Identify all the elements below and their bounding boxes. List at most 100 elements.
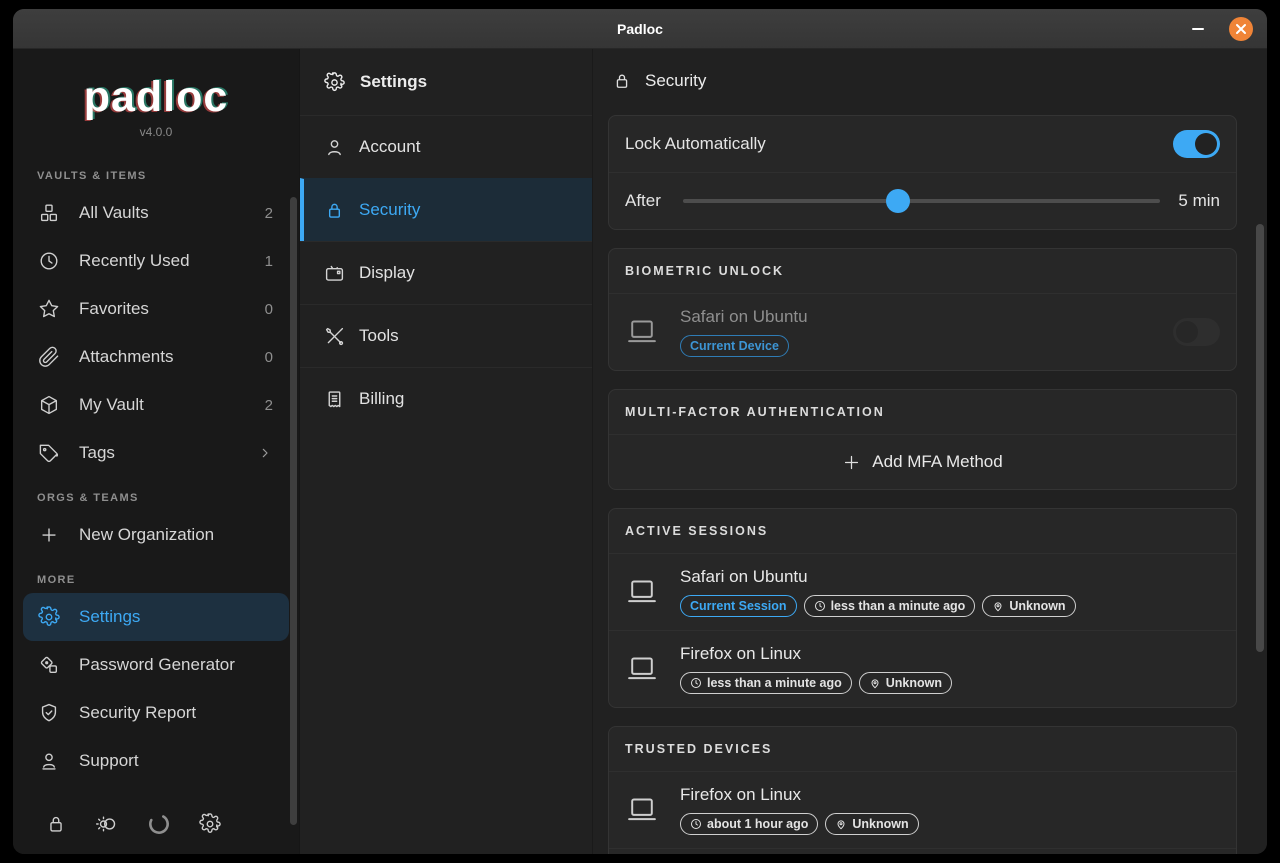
after-slider-track[interactable] [683, 199, 1161, 203]
gear-icon [324, 72, 345, 93]
biometric-toggle[interactable] [1173, 318, 1220, 346]
location-pin-icon [835, 818, 847, 830]
session-info: Safari on Ubuntu Current Session less th… [680, 567, 1220, 617]
autolock-card: Lock Automatically After 5 min [608, 115, 1237, 230]
sync-button[interactable] [146, 811, 172, 837]
sidebar-item-recently-used[interactable]: Recently Used 1 [13, 237, 299, 285]
settings-menu: Settings Account Security Display [299, 49, 592, 854]
tools-icon [323, 325, 345, 347]
badge-label: less than a minute ago [831, 599, 966, 613]
panel-header: Security [593, 49, 1267, 113]
sidebar-item-my-vault[interactable]: My Vault 2 [13, 381, 299, 429]
sidebar-item-tags[interactable]: Tags [13, 429, 299, 477]
session-name: Safari on Ubuntu [680, 567, 1220, 587]
tab-tools[interactable]: Tools [300, 304, 592, 367]
location-pin-icon [869, 677, 881, 689]
window-titlebar[interactable]: Padloc [13, 9, 1267, 49]
tab-account[interactable]: Account [300, 115, 592, 178]
lock-automatically-toggle[interactable] [1173, 130, 1220, 158]
after-slider[interactable] [683, 187, 1161, 215]
tab-security[interactable]: Security [300, 178, 592, 241]
settings-menu-header: Settings [300, 49, 592, 115]
biometric-caption-row: BIOMETRIC UNLOCK [609, 249, 1236, 293]
session-row[interactable]: Safari on Ubuntu Current Session less th… [609, 554, 1236, 630]
tab-billing[interactable]: Billing [300, 367, 592, 430]
sidebar-nav: VAULTS & ITEMS All Vaults 2 Recently Use… [13, 155, 299, 785]
plus-icon [842, 453, 861, 472]
laptop-icon [625, 318, 659, 346]
settings-gear-button[interactable] [197, 811, 223, 837]
theme-toggle-button[interactable] [94, 811, 120, 837]
sidebar-item-count: 2 [265, 397, 273, 414]
trusted-caption-row: TRUSTED DEVICES [609, 727, 1236, 771]
support-person-icon [37, 749, 61, 773]
minimize-button[interactable] [1185, 16, 1211, 42]
mfa-caption: MULTI-FACTOR AUTHENTICATION [625, 405, 885, 419]
trusted-devices-card: TRUSTED DEVICES Firefox on Linux [608, 726, 1237, 854]
session-row[interactable]: Firefox on Linux less than a minute ago … [609, 631, 1236, 707]
sidebar-item-label: All Vaults [79, 203, 247, 223]
sidebar: padloc v4.0.0 VAULTS & ITEMS All Vaults … [13, 49, 299, 854]
badge-row: less than a minute ago Unknown [680, 672, 1220, 694]
sidebar-item-label: Support [79, 751, 273, 771]
app-version: v4.0.0 [13, 125, 299, 139]
sidebar-item-label: Recently Used [79, 251, 247, 271]
caption-more: MORE [13, 559, 299, 593]
theme-icon [95, 812, 119, 836]
device-info: Safari on Ubuntu Current Device [680, 307, 1173, 357]
tab-label: Billing [359, 389, 404, 409]
sidebar-item-support[interactable]: Support [13, 737, 299, 785]
toggle-knob [1195, 133, 1217, 155]
sidebar-item-password-generator[interactable]: Password Generator [13, 641, 299, 689]
add-mfa-method-button[interactable]: Add MFA Method [609, 435, 1236, 489]
sidebar-item-label: My Vault [79, 395, 247, 415]
active-sessions-card: ACTIVE SESSIONS Safari on Ubuntu Current… [608, 508, 1237, 708]
sidebar-item-label: Tags [79, 443, 239, 463]
caption-vaults-items: VAULTS & ITEMS [13, 155, 299, 189]
tab-label: Tools [359, 326, 399, 346]
tag-icon [37, 441, 61, 465]
sidebar-item-label: Attachments [79, 347, 247, 367]
after-row: After 5 min [609, 173, 1236, 229]
dice-icon [37, 653, 61, 677]
device-name: Safari on Ubuntu [680, 307, 1173, 327]
sidebar-item-new-organization[interactable]: New Organization [13, 511, 299, 559]
lock-app-button[interactable] [43, 811, 69, 837]
tab-label: Security [359, 200, 420, 220]
mfa-caption-row: MULTI-FACTOR AUTHENTICATION [609, 390, 1236, 434]
padloc-logo: padloc [13, 73, 299, 122]
biometric-caption: BIOMETRIC UNLOCK [625, 264, 784, 278]
sidebar-scrollbar[interactable] [290, 197, 297, 825]
minimize-icon [1192, 28, 1204, 30]
sidebar-item-security-report[interactable]: Security Report [13, 689, 299, 737]
clock-icon [814, 600, 826, 612]
location-pin-icon [992, 600, 1004, 612]
badge-label: about 1 hour ago [707, 817, 808, 831]
sessions-caption-row: ACTIVE SESSIONS [609, 509, 1236, 553]
session-location-badge: Unknown [859, 672, 952, 694]
device-location-badge: Unknown [825, 813, 918, 835]
gear-icon [199, 813, 221, 835]
after-value: 5 min [1178, 191, 1220, 211]
lock-automatically-label: Lock Automatically [625, 134, 766, 154]
sidebar-item-settings[interactable]: Settings [23, 593, 289, 641]
caption-orgs-teams: ORGS & TEAMS [13, 477, 299, 511]
laptop-icon [625, 796, 659, 824]
session-name: Firefox on Linux [680, 644, 1220, 664]
sidebar-item-favorites[interactable]: Favorites 0 [13, 285, 299, 333]
close-button[interactable] [1229, 17, 1253, 41]
tab-display[interactable]: Display [300, 241, 592, 304]
session-location-badge: Unknown [982, 595, 1075, 617]
trusted-device-row[interactable]: Firefox on Linux about 1 hour ago Unknow… [609, 772, 1236, 848]
toggle-knob [1176, 321, 1198, 343]
window-title: Padloc [617, 21, 663, 37]
sidebar-item-attachments[interactable]: Attachments 0 [13, 333, 299, 381]
plus-icon [37, 523, 61, 547]
session-info: Firefox on Linux less than a minute ago … [680, 644, 1220, 694]
badge-label: less than a minute ago [707, 676, 842, 690]
badge-label: Unknown [886, 676, 942, 690]
main-scrollbar[interactable] [1256, 224, 1264, 652]
clock-icon [690, 677, 702, 689]
after-slider-thumb[interactable] [886, 189, 910, 213]
sidebar-item-all-vaults[interactable]: All Vaults 2 [13, 189, 299, 237]
